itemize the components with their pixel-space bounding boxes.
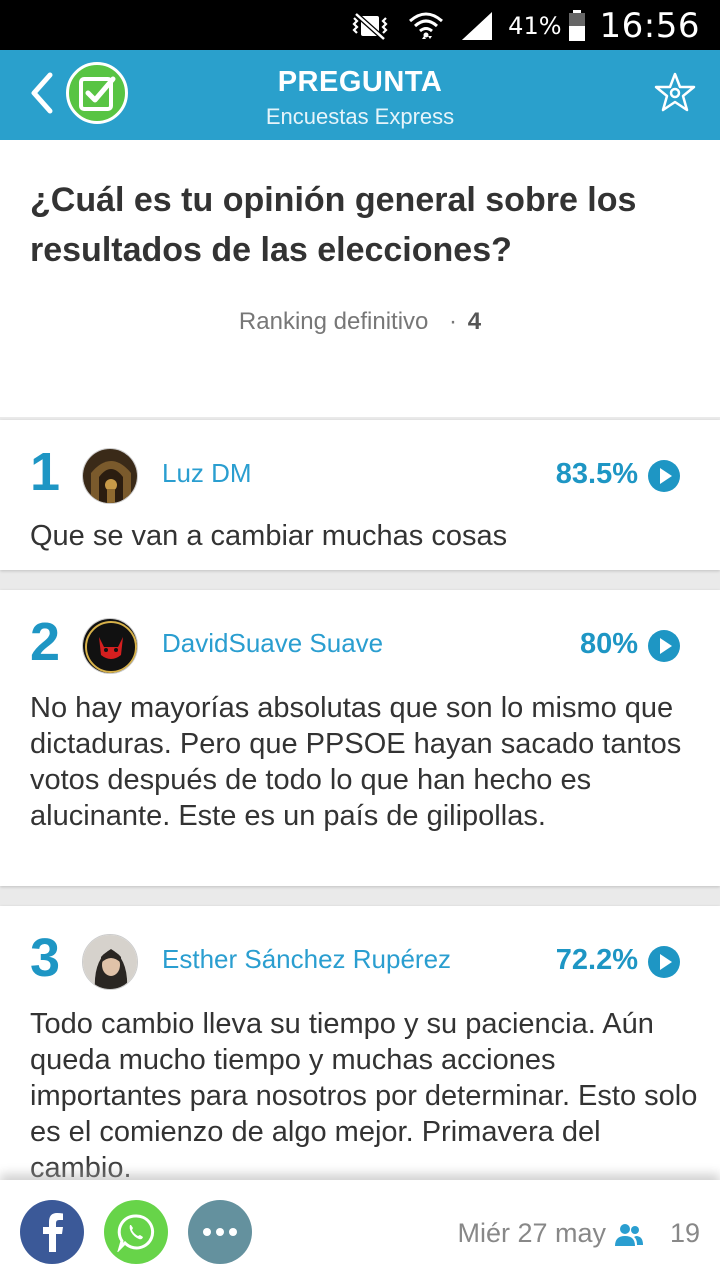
play-icon[interactable] <box>648 460 680 492</box>
answer-card[interactable]: 2 DavidSuave Suave 80% No hay mayorías a… <box>0 590 720 886</box>
facebook-share-button[interactable] <box>20 1200 84 1264</box>
answer-card[interactable]: 1 Luz DM 83.5% Que se van a cambiar much… <box>0 420 720 570</box>
header-subtitle: Encuestas Express <box>265 104 455 129</box>
question-title: ¿Cuál es tu opinión general sobre los re… <box>30 181 637 269</box>
question-section: ¿Cuál es tu opinión general sobre los re… <box>0 140 720 417</box>
ranking-label: Ranking definitivo <box>238 308 429 335</box>
favorite-button[interactable] <box>652 70 698 116</box>
rank-number: 2 <box>30 612 61 672</box>
signal-icon <box>460 10 494 42</box>
play-icon[interactable] <box>648 946 680 978</box>
battery-icon <box>568 10 586 42</box>
status-bar: 41% 16:56 <box>0 0 720 50</box>
ranking-count: 4 <box>467 308 482 335</box>
avatar[interactable] <box>82 618 138 674</box>
mute-vibrate-icon <box>348 11 392 41</box>
answer-percent: 80% <box>579 628 638 660</box>
author-name[interactable]: Esther Sánchez Rupérez <box>162 944 451 975</box>
answer-text: Todo cambio lleva su tiempo y su pacienc… <box>30 1008 698 1184</box>
poll-date: Miér 27 may <box>457 1218 606 1248</box>
participants-icon <box>615 1224 643 1246</box>
author-name[interactable]: DavidSuave Suave <box>162 628 383 659</box>
avatar[interactable] <box>82 448 138 504</box>
answer-text: Que se van a cambiar muchas cosas <box>30 520 508 552</box>
answer-card[interactable]: 3 Esther Sánchez Rupérez 72.2% Todo camb… <box>0 906 720 1206</box>
favorite-star-icon[interactable] <box>652 70 698 116</box>
bottom-bar: Miér 27 may 19 <box>0 1180 720 1280</box>
ranking-separator: · <box>449 308 458 335</box>
rank-number: 3 <box>30 928 61 988</box>
more-options-button[interactable] <box>188 1200 252 1264</box>
header-title: PREGUNTA <box>277 66 443 98</box>
wifi-icon <box>408 9 444 43</box>
clock: 16:56 <box>599 6 700 46</box>
more-options-icon[interactable] <box>202 1227 238 1237</box>
rank-number: 1 <box>30 442 61 502</box>
battery-percent: 41% <box>508 12 562 40</box>
whatsapp-share-button[interactable] <box>104 1200 168 1264</box>
status-icons: 41% 16:56 <box>332 6 700 46</box>
participants-count: 19 <box>669 1218 700 1248</box>
answer-percent: 72.2% <box>555 944 638 976</box>
app-header: PREGUNTA Encuestas Express <box>0 50 720 140</box>
ranking-info: Ranking definitivo · 4 <box>0 308 720 336</box>
avatar[interactable] <box>82 934 138 990</box>
answer-percent: 83.5% <box>555 458 638 490</box>
author-name[interactable]: Luz DM <box>162 458 252 489</box>
answer-text: No hay mayorías absolutas que son lo mis… <box>30 692 682 832</box>
play-icon[interactable] <box>648 630 680 662</box>
whatsapp-icon[interactable] <box>116 1212 156 1252</box>
facebook-icon[interactable] <box>39 1212 65 1252</box>
